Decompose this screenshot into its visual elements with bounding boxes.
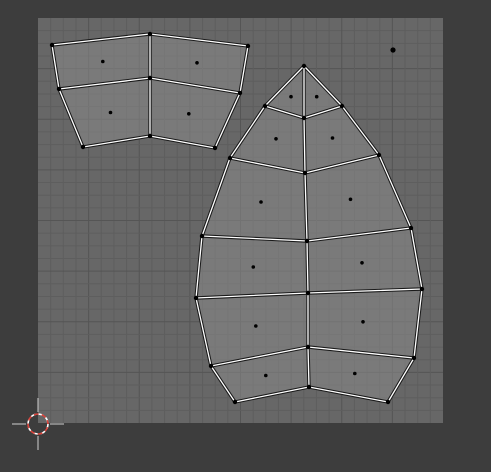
face-center-dot[interactable]	[108, 110, 113, 115]
face-center-dot[interactable]	[101, 59, 105, 64]
uv-vertex-dot[interactable]	[237, 90, 243, 96]
uv-vertex-dot[interactable]	[199, 233, 205, 239]
face-center-dot[interactable]	[195, 61, 199, 65]
uv-vertex-dot[interactable]	[193, 295, 199, 301]
uv-vertex-dot[interactable]	[301, 63, 307, 69]
uv-vertex-dot[interactable]	[232, 399, 238, 405]
uv-vertex-dot[interactable]	[147, 133, 153, 139]
face-center-dot[interactable]	[289, 94, 293, 99]
face-center-dot[interactable]	[254, 324, 258, 328]
uv-vertex-dot[interactable]	[385, 399, 391, 405]
face-center-dot[interactable]	[274, 137, 278, 141]
face-center-dot[interactable]	[264, 373, 268, 378]
uv-vertex-dot[interactable]	[56, 86, 62, 92]
uv-vertex-dot[interactable]	[302, 170, 308, 176]
face-center-dot[interactable]	[353, 371, 357, 376]
face-center-dot[interactable]	[251, 265, 256, 269]
loose-vertex-dot[interactable]	[390, 47, 396, 53]
uv-vertex-dot[interactable]	[212, 145, 218, 151]
face-center-dot[interactable]	[259, 200, 263, 204]
face-center-dot[interactable]	[348, 197, 353, 202]
uv-vertex-dot[interactable]	[245, 43, 251, 49]
face-center-dot[interactable]	[360, 261, 364, 265]
uv-vertex-dot[interactable]	[305, 290, 311, 296]
uv-vertex-dot[interactable]	[306, 384, 312, 390]
uv-vertex-dot[interactable]	[411, 355, 417, 361]
uv-vertex-dot[interactable]	[301, 115, 307, 121]
face-center-dot[interactable]	[314, 94, 319, 99]
uv-vertex-dot[interactable]	[227, 155, 233, 161]
uv-editor-canvas[interactable]	[0, 0, 491, 472]
face-center-dot[interactable]	[330, 136, 335, 140]
uv-vertex-dot[interactable]	[147, 75, 153, 81]
uv-vertex-dot[interactable]	[408, 225, 414, 231]
uv-vertex-dot[interactable]	[262, 103, 268, 109]
face-center-dot[interactable]	[187, 112, 191, 116]
uv-vertex-dot[interactable]	[305, 344, 311, 350]
uv-vertex-dot[interactable]	[339, 103, 345, 109]
face-center-dot[interactable]	[361, 320, 365, 324]
uv-vertex-dot[interactable]	[208, 363, 214, 369]
uv-vertex-dot[interactable]	[80, 144, 86, 150]
uv-vertex-dot[interactable]	[147, 31, 153, 37]
uv-vertex-dot[interactable]	[419, 286, 425, 292]
uv-vertex-dot[interactable]	[49, 42, 55, 48]
uv-vertex-dot[interactable]	[376, 152, 382, 158]
uv-vertex-dot[interactable]	[304, 238, 310, 244]
uv-editor[interactable]	[0, 0, 491, 472]
